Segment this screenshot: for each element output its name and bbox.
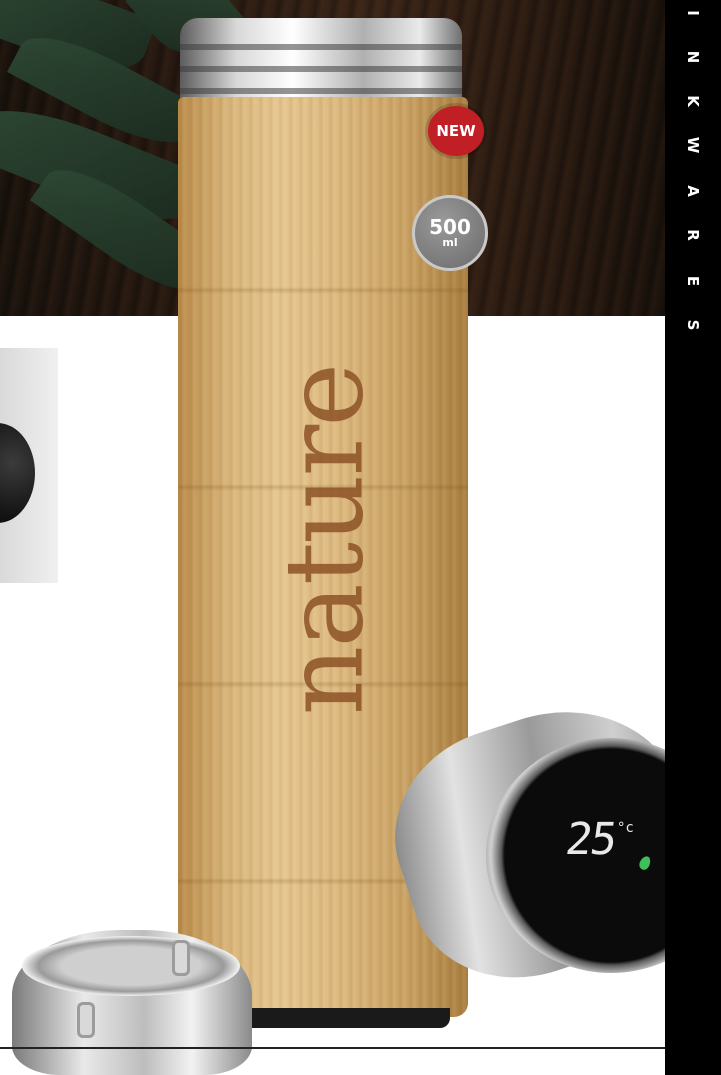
volume-badge: 500 ml	[412, 195, 488, 271]
engraving-text: nature	[262, 364, 388, 716]
temperature-value: 25	[562, 814, 619, 865]
volume-unit: ml	[442, 236, 458, 249]
temperature-display: 25 °c	[562, 814, 656, 888]
tea-infuser	[12, 930, 252, 1075]
cap-ring	[180, 66, 462, 72]
infuser-slot	[172, 940, 190, 976]
cap-ring	[180, 44, 462, 50]
volume-value: 500	[429, 215, 471, 239]
thumbnail-lid-shape	[0, 423, 35, 523]
infuser-slot	[77, 1002, 95, 1038]
cap-ring	[180, 88, 462, 94]
bottom-divider	[0, 1047, 665, 1049]
temperature-unit: °c	[616, 820, 634, 836]
bottle-cap	[180, 18, 462, 108]
new-badge: NEW	[428, 106, 484, 156]
bottle-base	[230, 1008, 450, 1028]
infuser-rim	[22, 936, 240, 996]
lid-thumbnail	[0, 348, 58, 583]
brand-letter: S	[684, 319, 702, 331]
brand-strip: I N K W A R E S	[665, 0, 721, 1075]
